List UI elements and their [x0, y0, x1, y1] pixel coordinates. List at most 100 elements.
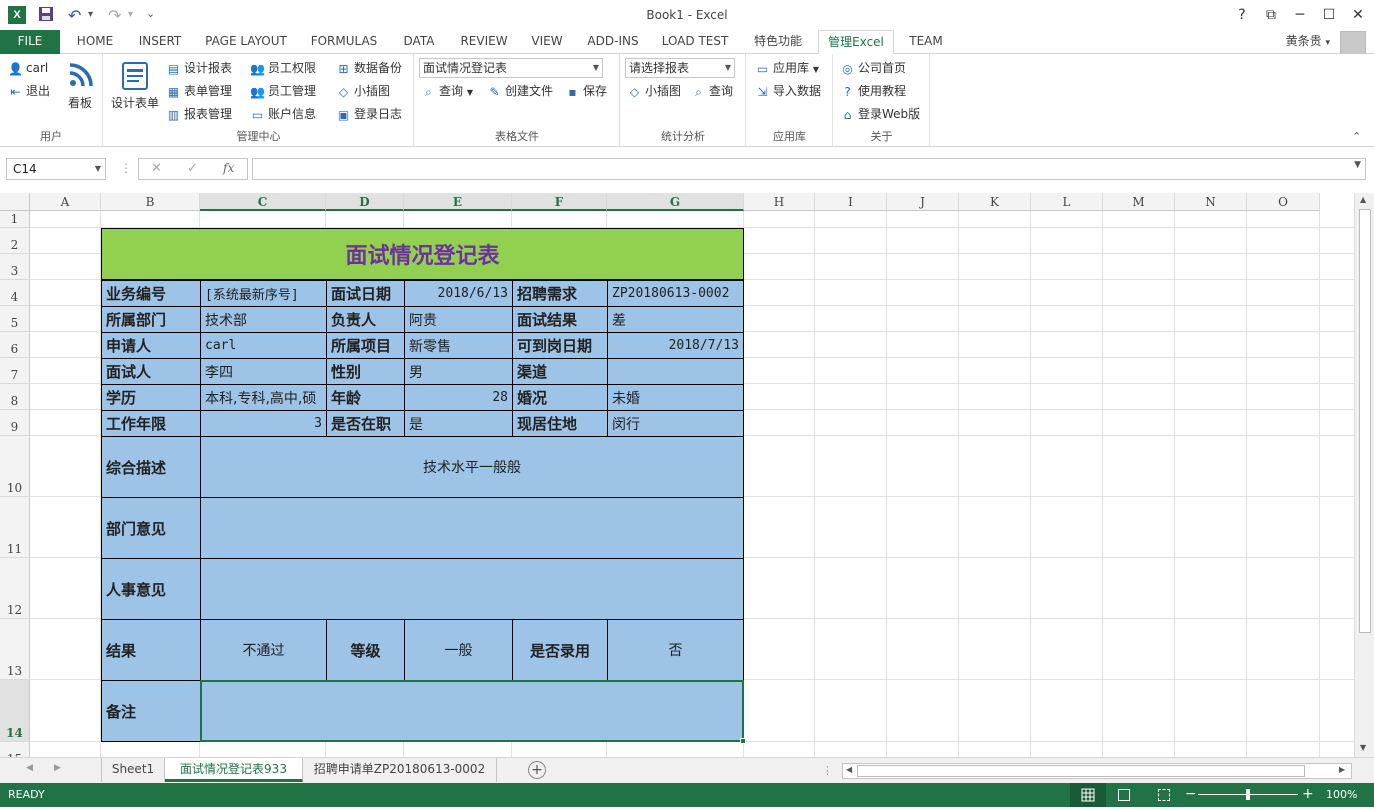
label-interviewer[interactable]: 面试人: [101, 358, 201, 385]
label-project[interactable]: 所属项目: [326, 332, 405, 359]
form-manage-button[interactable]: ▦ 表单管理: [166, 81, 232, 101]
web-login-button[interactable]: ⌂ 登录Web版: [840, 104, 920, 124]
tab-team[interactable]: TEAM: [900, 30, 952, 54]
value-gender[interactable]: 男: [404, 358, 513, 385]
row-header[interactable]: 8: [0, 384, 30, 410]
column-header[interactable]: N: [1175, 193, 1247, 211]
value-interview-result[interactable]: 差: [607, 306, 744, 333]
column-header[interactable]: E: [404, 193, 512, 211]
collapse-ribbon-icon[interactable]: ⌃: [1352, 130, 1361, 143]
label-gender[interactable]: 性别: [326, 358, 405, 385]
column-header[interactable]: G: [607, 193, 744, 211]
stats-small-chart-button[interactable]: ◇ 小插图: [627, 81, 681, 101]
label-work-years[interactable]: 工作年限: [101, 410, 201, 437]
label-applicant[interactable]: 申请人: [101, 332, 201, 359]
value-marital[interactable]: 未婚: [607, 384, 744, 411]
label-grade[interactable]: 等级: [326, 619, 405, 681]
close-button[interactable]: ✕: [1343, 4, 1373, 26]
fill-handle[interactable]: [740, 738, 746, 744]
value-result[interactable]: 不通过: [200, 619, 327, 681]
data-backup-button[interactable]: ⊞ 数据备份: [336, 58, 402, 78]
label-owner[interactable]: 负责人: [326, 306, 405, 333]
split-handle-icon[interactable]: ⋮: [822, 764, 833, 777]
tab-data[interactable]: DATA: [392, 30, 446, 54]
value-employed[interactable]: 是: [404, 410, 513, 437]
board-button[interactable]: 看板: [60, 60, 100, 111]
row-header[interactable]: 1: [0, 211, 30, 228]
import-data-button[interactable]: ⇲ 导入数据: [755, 81, 821, 101]
tab-file[interactable]: FILE: [0, 30, 60, 54]
value-summary[interactable]: 技术水平一般般: [200, 436, 744, 498]
label-summary[interactable]: 综合描述: [101, 436, 201, 498]
row-header[interactable]: 4: [0, 280, 30, 306]
form-select[interactable]: 面试情况登记表 ▼: [419, 58, 603, 78]
column-header[interactable]: D: [326, 193, 404, 211]
value-education[interactable]: 本科,专科,高中,硕: [200, 384, 327, 411]
label-requirement[interactable]: 招聘需求: [512, 280, 608, 307]
user-carl-button[interactable]: 👤 carl: [8, 58, 48, 78]
label-employed[interactable]: 是否在职: [326, 410, 405, 437]
query-button[interactable]: ⌕ 查询 ▼: [421, 81, 473, 101]
value-business-no[interactable]: [系统最新序号]: [200, 280, 327, 307]
sheet-tab-interview-form[interactable]: 面试情况登记表933: [165, 758, 303, 782]
label-result[interactable]: 结果: [101, 619, 201, 681]
login-log-button[interactable]: ▣ 登录日志: [336, 104, 402, 124]
label-hr-opinion[interactable]: 人事意见: [101, 558, 201, 620]
label-channel[interactable]: 渠道: [512, 358, 608, 385]
label-available-date[interactable]: 可到岗日期: [512, 332, 608, 359]
report-select[interactable]: 请选择报表 ▼: [625, 58, 735, 78]
tab-view[interactable]: VIEW: [522, 30, 572, 54]
tutorial-button[interactable]: ? 使用教程: [840, 81, 906, 101]
minimize-button[interactable]: ─: [1285, 4, 1315, 26]
page-layout-view-icon[interactable]: [1118, 789, 1130, 801]
value-grade[interactable]: 一般: [404, 619, 513, 681]
value-project[interactable]: 新零售: [404, 332, 513, 359]
value-owner[interactable]: 阿贵: [404, 306, 513, 333]
row-header[interactable]: 9: [0, 410, 30, 436]
value-interview-date[interactable]: 2018/6/13: [404, 280, 513, 307]
help-button[interactable]: ?: [1227, 4, 1257, 26]
row-header[interactable]: 7: [0, 358, 30, 384]
select-all-corner[interactable]: [0, 193, 30, 211]
tab-review[interactable]: REVIEW: [452, 30, 516, 54]
ribbon-display-button[interactable]: ⧉: [1256, 4, 1286, 26]
value-hired[interactable]: 否: [607, 619, 744, 681]
design-report-button[interactable]: ▤ 设计报表: [166, 58, 232, 78]
create-file-button[interactable]: ✎ 创建文件: [487, 81, 553, 101]
worksheet-grid[interactable]: ABCDEFGHIJKLMNO 123456789101112131415 面试…: [0, 193, 1354, 757]
vertical-scrollbar[interactable]: ▲ ▼: [1354, 193, 1374, 757]
value-dept-opinion[interactable]: [200, 497, 744, 559]
zoom-out-icon[interactable]: −: [1185, 786, 1197, 802]
column-header[interactable]: L: [1031, 193, 1103, 211]
label-age[interactable]: 年龄: [326, 384, 405, 411]
sheet-tab-recruitment[interactable]: 招聘申请单ZP20180613-0002: [303, 758, 497, 782]
tab-manage-excel[interactable]: 管理Excel: [818, 30, 894, 55]
employee-permission-button[interactable]: 👥 员工权限: [250, 58, 316, 78]
account-user[interactable]: 黄条贵 ▾: [1286, 30, 1330, 54]
tab-insert[interactable]: INSERT: [130, 30, 190, 54]
value-age[interactable]: 28: [404, 384, 513, 411]
column-header[interactable]: F: [512, 193, 607, 211]
form-title[interactable]: 面试情况登记表: [101, 228, 744, 280]
employee-manage-button[interactable]: 👥 员工管理: [250, 81, 316, 101]
horizontal-scrollbar[interactable]: ◀ ▶: [842, 763, 1352, 779]
column-header[interactable]: H: [744, 193, 815, 211]
enter-icon[interactable]: ✓: [187, 161, 198, 176]
sheet-next-icon[interactable]: ▶: [54, 763, 61, 773]
account-info-button[interactable]: ▭ 账户信息: [250, 104, 316, 124]
formula-input[interactable]: ▼: [252, 158, 1366, 180]
value-remarks-selected[interactable]: [200, 680, 744, 742]
row-header[interactable]: 10: [0, 436, 30, 497]
value-available-date[interactable]: 2018/7/13: [607, 332, 744, 359]
row-header[interactable]: 6: [0, 332, 30, 358]
zoom-in-icon[interactable]: +: [1302, 786, 1314, 802]
chevron-down-icon[interactable]: ▼: [1354, 160, 1361, 170]
scroll-up-icon[interactable]: ▲: [1360, 195, 1366, 204]
stats-query-button[interactable]: ⌕ 查询: [691, 81, 733, 101]
horizontal-scroll-thumb[interactable]: [857, 765, 1305, 777]
column-header[interactable]: I: [815, 193, 887, 211]
save-file-button[interactable]: ▪ 保存: [565, 81, 607, 101]
normal-view-icon[interactable]: [1070, 783, 1106, 807]
app-library-button[interactable]: ▭ 应用库 ▼: [755, 58, 819, 78]
row-header[interactable]: 14: [0, 680, 30, 742]
